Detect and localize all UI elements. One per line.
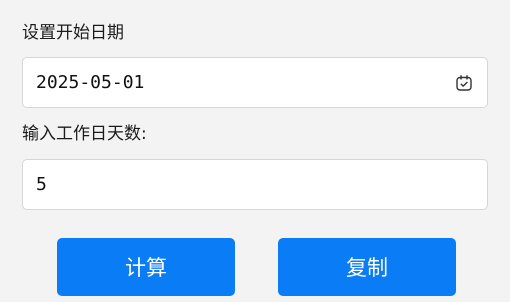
calculate-button[interactable]: 计算 — [57, 238, 235, 296]
start-date-field[interactable] — [22, 57, 488, 108]
workdays-label: 输入工作日天数: — [22, 124, 147, 144]
workdays-field[interactable] — [22, 159, 488, 210]
workdays-input[interactable] — [36, 160, 475, 209]
copy-button[interactable]: 复制 — [278, 238, 456, 296]
start-date-input[interactable] — [36, 58, 453, 107]
start-date-label: 设置开始日期 — [22, 23, 124, 43]
calendar-icon[interactable] — [453, 72, 475, 94]
